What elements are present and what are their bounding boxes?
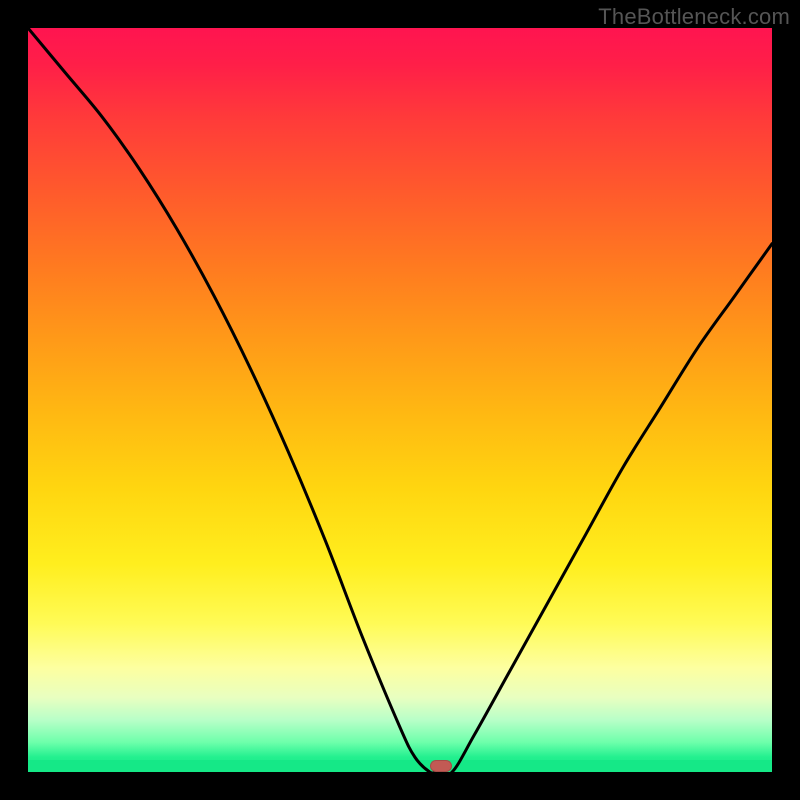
watermark-text: TheBottleneck.com <box>598 4 790 30</box>
chart-frame: TheBottleneck.com <box>0 0 800 800</box>
optimal-point-marker <box>430 760 452 772</box>
plot-area <box>28 28 772 772</box>
bottleneck-curve <box>28 28 772 772</box>
